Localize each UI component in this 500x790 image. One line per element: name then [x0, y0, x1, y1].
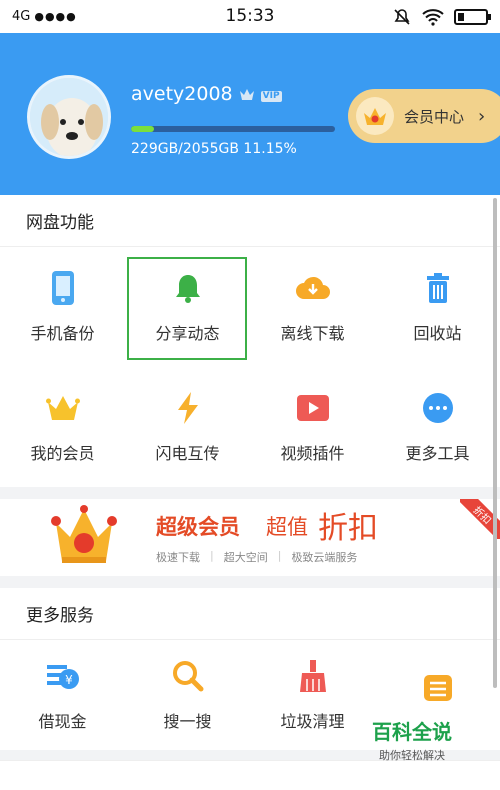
grid-item-my-vip[interactable]: 我的会员 — [0, 367, 125, 487]
storage-progress-bar — [131, 126, 335, 132]
promo-features: 极速下载 | 超大空间 | 极致云端服务 — [156, 549, 357, 565]
crown-icon — [51, 505, 117, 563]
broom-icon — [295, 658, 331, 694]
grid-item-label: 手机备份 — [30, 324, 95, 343]
vip-center-label: 会员中心 — [404, 107, 465, 126]
watermark: 百科全说 助你轻松解决 — [372, 716, 452, 763]
clock: 15:33 — [225, 6, 275, 26]
grid-item-label: 垃圾清理 — [280, 712, 345, 731]
trash-icon — [420, 270, 456, 306]
wifi-icon — [422, 8, 444, 26]
video-play-icon — [295, 390, 331, 426]
grid-item-more-tools[interactable]: 更多工具 — [375, 367, 500, 487]
grid-item-label: 借现金 — [38, 712, 87, 731]
vip-badge: VIP — [260, 90, 282, 102]
grid-item-phone-backup[interactable]: 手机备份 — [0, 247, 125, 367]
separator: | — [210, 549, 214, 562]
cash-icon: ¥ — [45, 658, 81, 694]
more-dots-icon — [420, 390, 456, 426]
watermark-line-2: 助你轻松解决 — [379, 749, 445, 762]
grid-item-label: 分享动态 — [155, 324, 220, 343]
netdisk-section: 网盘功能 手机备份 分享动态 离线下载 回收站 我的会员 闪电互传 视频插件 更… — [0, 195, 500, 487]
grid-item-junk-clean[interactable]: 垃圾清理 — [250, 640, 375, 750]
svg-text:¥: ¥ — [65, 673, 73, 687]
storage-text: 229GB/2055GB 11.15% — [131, 141, 297, 157]
phone-icon — [45, 270, 81, 306]
grid-item-flash-transfer[interactable]: 闪电互传 — [125, 367, 250, 487]
grid-item-recycle-bin[interactable]: 回收站 — [375, 247, 500, 367]
promo-title-3: 折扣 — [318, 511, 378, 546]
chevron-right-icon: › — [478, 105, 486, 127]
scrollbar[interactable] — [493, 198, 497, 688]
grid-item-share-feed[interactable]: 分享动态 — [125, 247, 250, 367]
username: avety2008 VIP — [131, 83, 282, 105]
bell-icon — [170, 270, 206, 306]
grid-item-search[interactable]: 搜一搜 — [125, 640, 250, 750]
stack-icon — [420, 670, 456, 706]
grid-item-label: 搜一搜 — [163, 712, 212, 731]
divider — [0, 487, 500, 499]
grid-item-label: 闪电互传 — [155, 444, 220, 463]
separator: | — [277, 549, 282, 562]
promo-title-2: 超值 — [266, 515, 308, 539]
search-icon — [170, 658, 206, 694]
vip-crown-icon — [239, 89, 254, 100]
network-type: 4G — [12, 9, 31, 24]
grid-item-label: 离线下载 — [280, 324, 345, 343]
super-vip-banner[interactable]: 超级会员 超值 折扣 极速下载 | 超大空间 | 极致云端服务 折扣 — [0, 499, 500, 576]
battery-icon — [454, 8, 491, 25]
mute-icon — [394, 8, 410, 25]
promo-feature: 超大空间 — [223, 551, 268, 564]
grid-item-offline-download[interactable]: 离线下载 — [250, 247, 375, 367]
grid-item-label: 回收站 — [413, 324, 462, 343]
grid-item-video-plugin[interactable]: 视频插件 — [250, 367, 375, 487]
crown-icon — [45, 390, 81, 426]
storage-progress-fill — [131, 126, 154, 132]
username-text: avety2008 — [131, 83, 233, 105]
cloud-download-icon — [295, 270, 331, 306]
section-title: 更多服务 — [0, 588, 500, 640]
promo-title: 超级会员 — [156, 515, 240, 539]
grid-item-borrow-cash[interactable]: ¥ 借现金 — [0, 640, 125, 750]
netdisk-grid: 手机备份 分享动态 离线下载 回收站 我的会员 闪电互传 视频插件 更多工具 — [0, 247, 500, 487]
promo-feature: 极致云端服务 — [291, 551, 358, 564]
grid-item-label: 我的会员 — [30, 444, 95, 463]
avatar[interactable] — [27, 75, 111, 159]
signal-icon: ●●●● — [34, 10, 77, 23]
section-title: 网盘功能 — [0, 195, 500, 247]
lightning-icon — [170, 390, 206, 426]
profile-header: avety2008 VIP 229GB/2055GB 11.15% 会员中心 › — [0, 33, 500, 195]
grid-item-label: 视频插件 — [280, 444, 345, 463]
grid-item-label: 更多工具 — [405, 444, 470, 463]
crown-icon — [356, 97, 394, 135]
promo-feature: 极速下载 — [156, 551, 200, 564]
vip-center-button[interactable]: 会员中心 › — [348, 89, 500, 143]
status-bar: 4G ●●●● 15:33 — [0, 0, 500, 33]
watermark-line-1: 百科全说 — [372, 720, 452, 744]
divider — [0, 576, 500, 588]
bottom-section-peek — [0, 760, 500, 790]
